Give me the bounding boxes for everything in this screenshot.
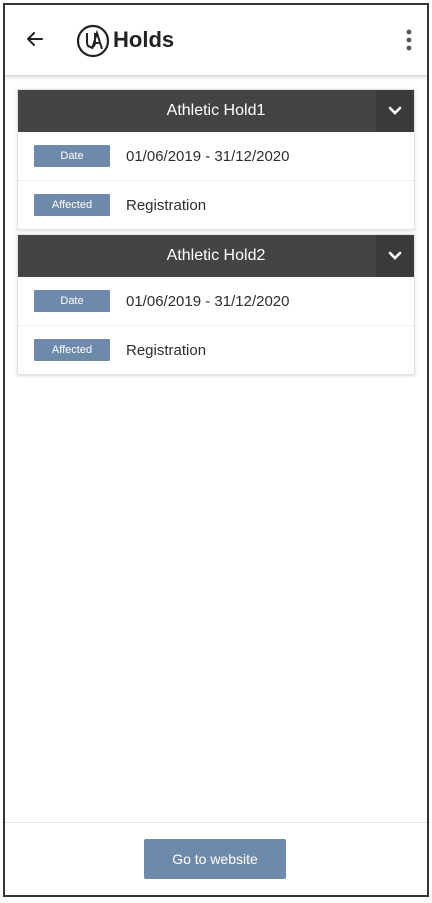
date-badge: Date [34,145,110,167]
date-row: Date 01/06/2019 - 31/12/2020 [18,277,414,326]
go-to-website-button[interactable]: Go to website [144,839,286,879]
affected-value: Registration [126,196,207,214]
hold-title: Athletic Hold2 [166,247,266,264]
date-row: Date 01/06/2019 - 31/12/2020 [18,132,414,181]
app-bar: Holds [5,5,427,76]
date-value: 01/06/2019 - 31/12/2020 [126,292,290,310]
expand-toggle[interactable] [376,235,414,277]
affected-row: Affected Registration [18,326,414,374]
hold-header[interactable]: Athletic Hold2 [18,235,414,277]
back-button[interactable] [19,23,51,55]
kebab-menu-icon [406,29,412,51]
hold-title: Athletic Hold1 [166,102,266,119]
screen: Holds Athletic Hold1 Date 01/06/2019 - 3… [3,3,429,897]
ua-logo-icon [76,24,110,58]
footer-bar: Go to website [5,822,427,895]
hold-header[interactable]: Athletic Hold1 [18,90,414,132]
affected-badge: Affected [34,194,110,216]
affected-value: Registration [126,341,207,359]
page-title: Holds [113,27,175,52]
chevron-down-icon [388,251,402,260]
holds-list: Athletic Hold1 Date 01/06/2019 - 31/12/2… [17,89,415,379]
expand-toggle[interactable] [376,90,414,132]
arrow-left-icon [27,32,43,46]
date-value: 01/06/2019 - 31/12/2020 [126,147,290,165]
date-badge: Date [34,290,110,312]
chevron-down-icon [388,106,402,115]
affected-row: Affected Registration [18,181,414,229]
overflow-menu-button[interactable] [397,25,421,55]
affected-badge: Affected [34,339,110,361]
hold-card: Athletic Hold2 Date 01/06/2019 - 31/12/2… [17,234,415,375]
hold-card: Athletic Hold1 Date 01/06/2019 - 31/12/2… [17,89,415,230]
